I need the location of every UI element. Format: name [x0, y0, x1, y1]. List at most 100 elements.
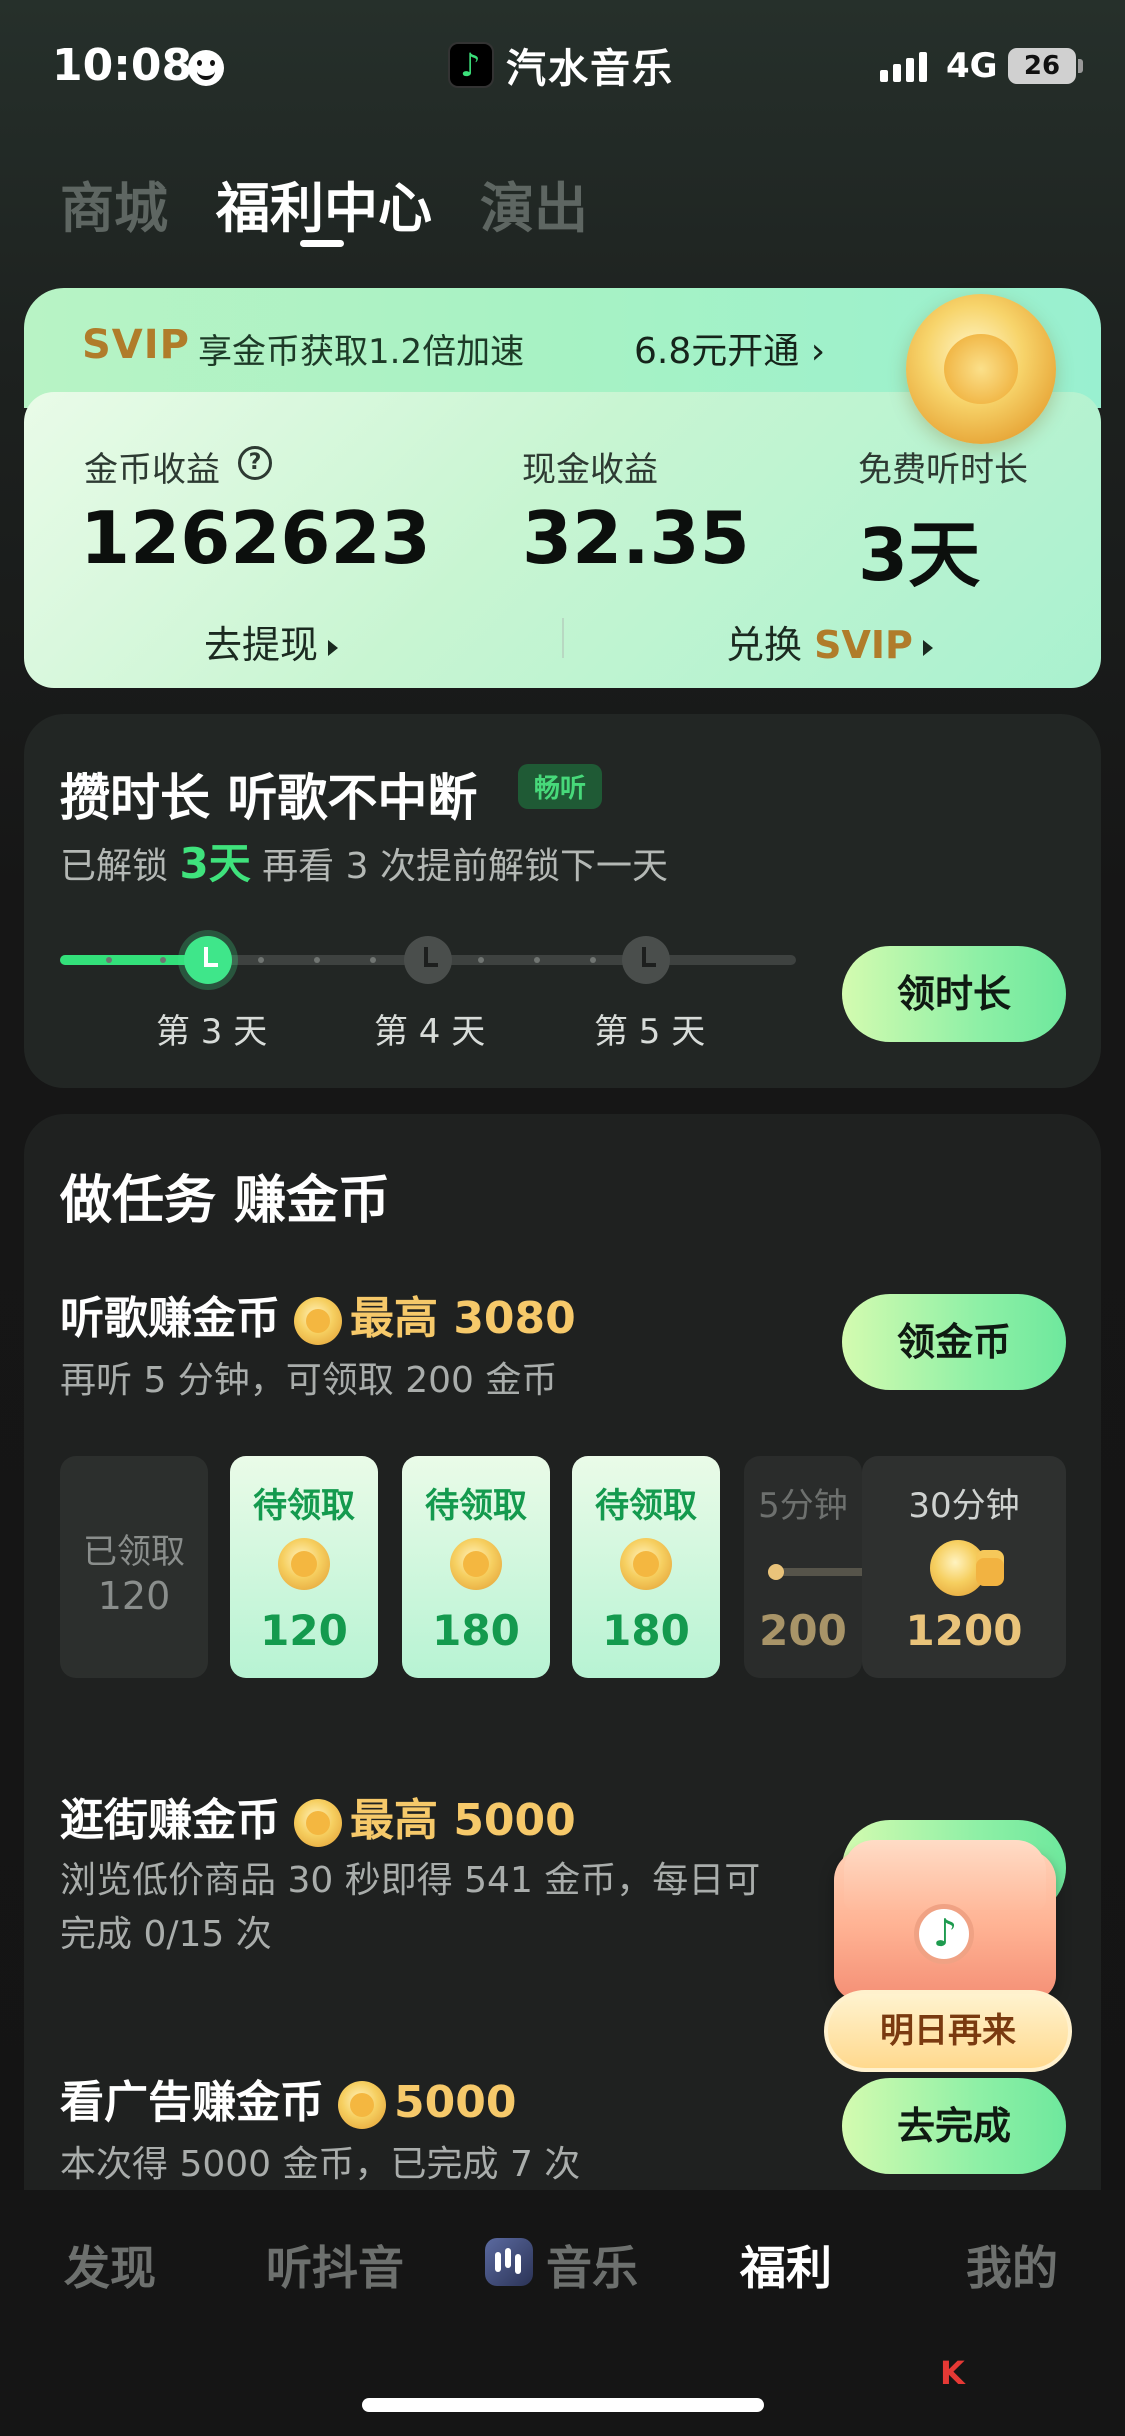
unlocked-prefix: 已解锁 [60, 846, 169, 887]
listen-task-max: 最高 3080 [350, 1293, 576, 1344]
tab-welfare-center[interactable]: 福利中心 [216, 164, 432, 243]
nav-discover[interactable]: 发现 [64, 2232, 156, 2298]
unlock-hint: 再看 3 次提前解锁下一天 [262, 846, 668, 887]
coin-icon [294, 1799, 342, 1847]
slot-value: 180 [432, 1606, 520, 1655]
track-dot [370, 957, 376, 963]
coin-earnings-label: 金币收益 [84, 450, 220, 490]
track-dot [478, 957, 484, 963]
shop-task-name: 逛街赚金币 [60, 1795, 280, 1846]
track-dot [534, 957, 540, 963]
slot-value: 1200 [905, 1606, 1023, 1655]
claim-duration-button[interactable]: 领时长 [842, 946, 1066, 1042]
coin-slot: 5分钟 200 [744, 1456, 862, 1678]
home-indicator [362, 2398, 764, 2412]
battery-icon: 26 [1008, 48, 1076, 84]
active-tab-indicator [300, 240, 344, 247]
slot-progress-dot [768, 1564, 784, 1580]
slot-value: 200 [759, 1606, 847, 1655]
nav-music[interactable]: 音乐 [546, 2232, 638, 2298]
track-dot [106, 957, 112, 963]
signal-icon [880, 52, 927, 82]
listen-task-name: 听歌赚金币 [60, 1293, 280, 1344]
slot-status: 待领取 [595, 1486, 697, 1526]
shop-task-desc-line1: 浏览低价商品 30 秒即得 541 金币，每日可 [60, 1860, 761, 1901]
coin-slot: 已领取 120 [60, 1456, 208, 1678]
tab-shows[interactable]: 演出 [480, 164, 588, 243]
free-listen-value: 3天 [858, 513, 981, 597]
svip-tag: SVIP [82, 322, 190, 368]
day-4-node [404, 936, 452, 984]
slot-status: 待领取 [253, 1486, 355, 1526]
slot-value: 120 [97, 1574, 171, 1618]
withdraw-label: 去提现 [204, 623, 319, 667]
battery-tip [1078, 59, 1083, 73]
come-back-tomorrow-button[interactable]: 明日再来 [824, 1990, 1072, 2072]
coin-earnings-value: 1262623 [80, 496, 431, 580]
ads-task: 看广告赚金币 5000 [60, 2066, 516, 2130]
tab-shop[interactable]: 商城 [60, 164, 168, 243]
caret-right-icon [922, 639, 933, 656]
cash-earnings-label: 现金收益 [522, 450, 658, 490]
listen-task: 听歌赚金币 最高 3080 [60, 1282, 576, 1346]
day-3-node [184, 936, 232, 984]
complete-ads-button[interactable]: 去完成 [842, 2078, 1066, 2174]
coin-slot[interactable]: 待领取 180 [572, 1456, 720, 1678]
shop-task-max: 最高 5000 [350, 1795, 576, 1846]
day-label: 第 4 天 [374, 1012, 486, 1052]
nav-douyin[interactable]: 听抖音 [266, 2232, 404, 2298]
duration-subtitle: 已解锁 3天 再看 3 次提前解锁下一天 [60, 830, 668, 891]
help-icon[interactable]: ? [238, 446, 272, 480]
track-dot [160, 957, 166, 963]
ads-task-name: 看广告赚金币 [60, 2077, 324, 2128]
claim-coins-button[interactable]: 领金币 [842, 1294, 1066, 1390]
coin-slot[interactable]: 待领取 120 [230, 1456, 378, 1678]
free-listen-label: 免费听时长 [858, 450, 1028, 490]
listen-task-desc: 再听 5 分钟，可领取 200 金币 [60, 1360, 558, 1401]
shop-task: 逛街赚金币 最高 5000 [60, 1784, 576, 1848]
duration-title: 攒时长 听歌不中断 [60, 769, 478, 827]
track-dot [314, 957, 320, 963]
exchange-label: 兑换 [726, 623, 803, 667]
slot-status: 5分钟 [758, 1486, 848, 1526]
coin-slot: 30分钟 1200 [862, 1456, 1066, 1678]
app-brand: 汽水音乐 [448, 36, 674, 94]
withdraw-link[interactable]: 去提现 [204, 614, 339, 669]
music-icon [485, 2238, 533, 2286]
coin-icon [338, 2081, 386, 2129]
slot-status: 待领取 [425, 1486, 527, 1526]
chest-logo-icon [914, 1904, 974, 1964]
slot-value: 120 [260, 1606, 348, 1655]
slot-status: 30分钟 [908, 1486, 1020, 1526]
svip-open-link[interactable]: 6.8元开通 › [634, 322, 825, 374]
exchange-svip-link[interactable]: 兑换 SVIP [726, 614, 933, 669]
nav-welfare[interactable]: 福利 [740, 2232, 832, 2298]
status-time: 10:08 [52, 40, 193, 91]
duration-badge: 畅听 [518, 764, 603, 809]
day-5-node [622, 936, 670, 984]
ads-task-max: 5000 [394, 2077, 517, 2128]
gold-coin-icon [906, 294, 1056, 444]
nav-profile[interactable]: 我的 [966, 2232, 1058, 2298]
slot-status: 已领取 [83, 1532, 185, 1572]
ads-task-desc: 本次得 5000 金币，已完成 7 次 [60, 2144, 581, 2185]
coin-icon [294, 1297, 342, 1345]
unlocked-days: 3天 [179, 839, 251, 888]
day-label: 第 3 天 [156, 1012, 268, 1052]
coin-icon [278, 1538, 330, 1590]
coin-slot[interactable]: 待领取 180 [402, 1456, 550, 1678]
coin-icon [450, 1538, 502, 1590]
smiley-icon [188, 50, 224, 86]
svip-text: 享金币获取1.2倍加速 [198, 332, 525, 372]
app-logo-icon [448, 42, 494, 88]
shop-task-desc-line2: 完成 0/15 次 [60, 1914, 272, 1955]
coin-icon [620, 1538, 672, 1590]
watermark-logo: K [940, 2354, 965, 2392]
app-name: 汽水音乐 [506, 46, 674, 92]
track-dot [590, 957, 596, 963]
slot-value: 180 [602, 1606, 690, 1655]
network-type: 4G [946, 46, 998, 86]
exchange-svip-label: SVIP [814, 623, 913, 667]
treasure-chest-lid [844, 1840, 1046, 1910]
day-label: 第 5 天 [594, 1012, 706, 1052]
